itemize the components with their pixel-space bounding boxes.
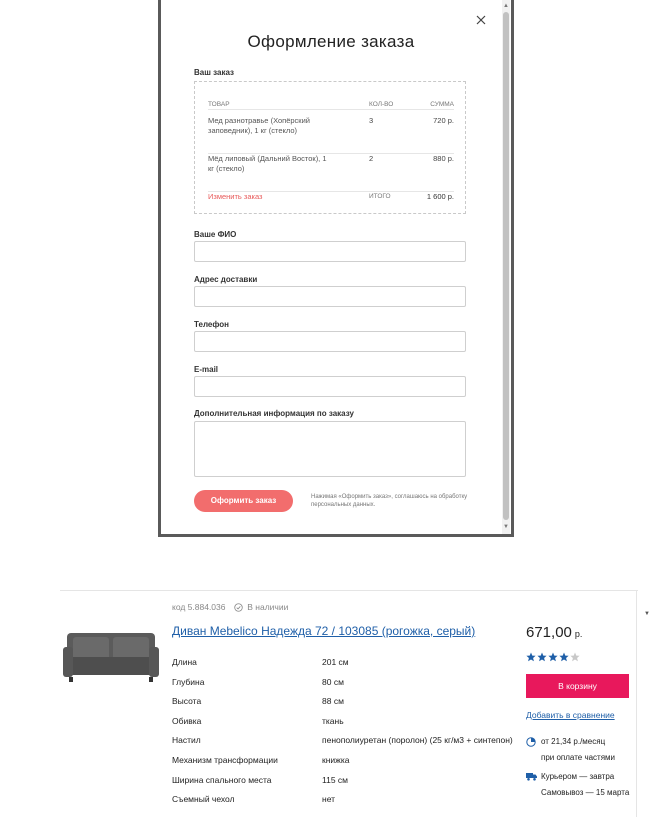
close-icon[interactable] xyxy=(473,12,489,28)
spec-name: Ширина спального места xyxy=(172,774,272,785)
check-circle-icon xyxy=(234,603,243,612)
chevron-down-icon[interactable]: ▼ xyxy=(644,611,650,617)
pie-chart-icon xyxy=(526,737,536,747)
add-to-cart-button[interactable]: В корзину xyxy=(526,674,629,698)
spec-row: Высота 88 см xyxy=(172,696,512,716)
product-title-link[interactable]: Диван Mebelico Надежда 72 / 103085 (рого… xyxy=(172,624,475,638)
order-section-label: Ваш заказ xyxy=(194,68,234,77)
spec-name: Обивка xyxy=(172,715,202,726)
add-to-compare-link[interactable]: Добавить в сравнение xyxy=(526,710,615,720)
product-price: 671,00 р. xyxy=(526,624,582,641)
address-field[interactable] xyxy=(194,286,466,307)
edit-order-link[interactable]: Изменить заказ xyxy=(208,192,263,201)
truck-icon xyxy=(526,773,537,781)
pickup-delivery: Самовывоз — 15 марта xyxy=(541,788,630,797)
star-empty-icon xyxy=(570,652,580,662)
sofa-image[interactable] xyxy=(63,621,159,687)
spec-value: книжка xyxy=(322,754,350,765)
order-item-name: Мёд липовый (Дальний Восток), 1 кг (стек… xyxy=(208,154,327,173)
modal-scrollbar[interactable]: ▲ ▼ xyxy=(502,0,510,534)
spec-name: Высота xyxy=(172,696,202,707)
product-card: код 5.884.036 В наличии Диван Mebelico Н… xyxy=(60,590,638,817)
order-table-header: ТОВАР КОЛ-ВО СУММА xyxy=(208,92,454,110)
spec-value: 201 см xyxy=(322,657,349,667)
spec-value: нет xyxy=(322,794,336,805)
spec-name: Настил xyxy=(172,735,201,746)
phone-field[interactable] xyxy=(194,331,466,352)
extra-info-label: Дополнительная информация по заказу xyxy=(194,409,354,418)
spec-value: пенополиуретан (поролон) (25 кг/м3 + син… xyxy=(322,735,513,746)
column-qty: КОЛ-ВО xyxy=(369,101,394,108)
star-filled-icon xyxy=(537,652,547,662)
spec-name: Глубина xyxy=(172,676,205,687)
total-value: 1 600 р. xyxy=(426,192,454,201)
submit-order-button[interactable]: Оформить заказ xyxy=(194,490,293,512)
order-item: Мед разнотравье (Хопёрский заповедник), … xyxy=(208,116,454,154)
order-footer: Изменить заказ ИТОГО 1 600 р. xyxy=(208,192,454,201)
spec-name: Длина xyxy=(172,657,197,667)
consent-text: Нажимая «Оформить заказ», соглашаюсь на … xyxy=(311,494,468,508)
product-specs: Длина 201 см Глубина 80 см Высота 88 см … xyxy=(172,657,513,814)
product-code: код 5.884.036 xyxy=(172,602,226,612)
name-field[interactable] xyxy=(194,241,466,262)
spec-value: 88 см xyxy=(322,696,344,707)
modal-title: Оформление заказа xyxy=(247,32,415,51)
order-summary: ТОВАР КОЛ-ВО СУММА Мед разнотравье (Хопё… xyxy=(194,81,466,214)
spec-row: Длина 201 см xyxy=(172,657,512,677)
spec-value: 80 см xyxy=(322,676,344,687)
spec-value: 115 см xyxy=(322,774,349,785)
scroll-up-arrow-icon[interactable]: ▲ xyxy=(502,2,510,10)
order-item: Мёд липовый (Дальний Восток), 1 кг (стек… xyxy=(208,154,454,192)
order-item-qty: 2 xyxy=(369,154,374,163)
email-field-label: E-mail xyxy=(194,365,219,374)
order-item-name: Мед разнотравье (Хопёрский заповедник), … xyxy=(208,116,310,135)
total-label: ИТОГО xyxy=(369,193,391,200)
courier-delivery: Курьером — завтра xyxy=(541,772,615,781)
price-value: 671,00 xyxy=(526,624,572,641)
spec-row: Глубина 80 см xyxy=(172,677,512,697)
checkout-modal: ▲ ▼ Оформление заказа Ваш заказ ТОВАР КО… xyxy=(158,0,514,537)
spec-name: Механизм трансформации xyxy=(172,754,278,765)
scrollbar-thumb[interactable] xyxy=(503,12,509,520)
installment-note: при оплате частями xyxy=(541,753,616,762)
spec-value: ткань xyxy=(322,715,344,726)
address-field-label: Адрес доставки xyxy=(194,275,258,284)
extra-info-textarea[interactable] xyxy=(194,421,466,477)
order-item-sum: 880 р. xyxy=(433,154,454,163)
product-meta: код 5.884.036 В наличии xyxy=(172,602,288,612)
phone-field-label: Телефон xyxy=(194,320,229,329)
rating-stars xyxy=(526,652,580,662)
email-field[interactable] xyxy=(194,376,466,397)
star-filled-icon xyxy=(526,652,536,662)
spec-row: Съемный чехол нет xyxy=(172,794,512,814)
scroll-down-arrow-icon[interactable]: ▼ xyxy=(502,523,510,531)
column-product: ТОВАР xyxy=(208,101,230,108)
installment-amount: от 21,34 р./месяц xyxy=(541,737,606,746)
spec-row: Настил пенополиуретан (поролон) (25 кг/м… xyxy=(172,735,513,755)
star-filled-icon xyxy=(559,652,569,662)
spec-row: Обивка ткань xyxy=(172,716,512,736)
spec-row: Ширина спального места 115 см xyxy=(172,775,512,795)
star-filled-icon xyxy=(548,652,558,662)
spec-row: Механизм трансформации книжка xyxy=(172,755,512,775)
order-item-qty: 3 xyxy=(369,116,374,125)
order-item-sum: 720 р. xyxy=(433,116,454,125)
spec-name: Съемный чехол xyxy=(172,794,235,805)
column-sum: СУММА xyxy=(430,101,454,108)
availability-status: В наличии xyxy=(247,602,289,612)
price-currency: р. xyxy=(574,629,583,639)
name-field-label: Ваше ФИО xyxy=(194,230,237,239)
